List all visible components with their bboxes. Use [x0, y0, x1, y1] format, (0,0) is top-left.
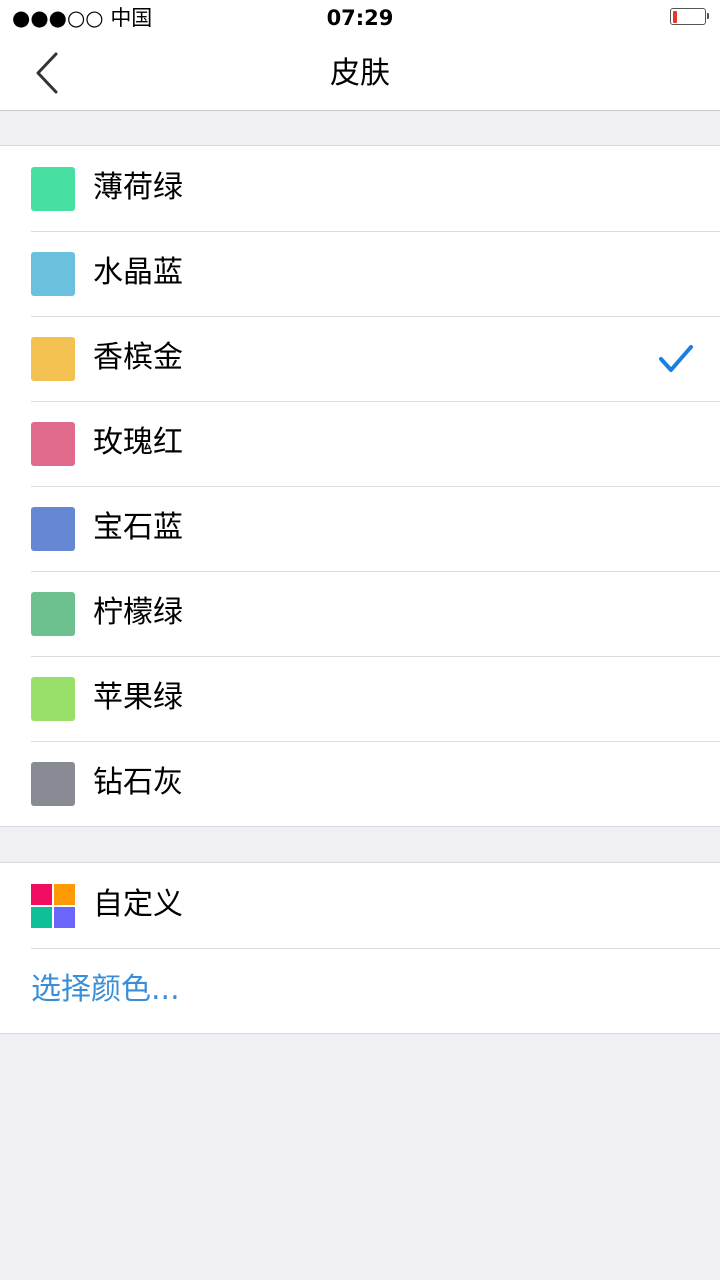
choose-color-link[interactable]: 选择颜色... [0, 948, 720, 1033]
skin-label: 宝石蓝 [93, 510, 183, 545]
skin-item-champagne-gold[interactable]: 香槟金 [0, 316, 720, 401]
skin-item-diamond-gray[interactable]: 钻石灰 [0, 741, 720, 826]
color-swatch [31, 762, 75, 806]
custom-label: 自定义 [93, 887, 183, 922]
skin-item-apple-green[interactable]: 苹果绿 [0, 656, 720, 741]
skin-label: 柠檬绿 [93, 595, 183, 630]
clock: 07:29 [326, 6, 394, 30]
page-title: 皮肤 [330, 56, 390, 91]
skin-item-lemon-green[interactable]: 柠檬绿 [0, 571, 720, 656]
skin-label: 水晶蓝 [93, 255, 183, 290]
skin-item-crystal-blue[interactable]: 水晶蓝 [0, 231, 720, 316]
skin-item-mint-green[interactable]: 薄荷绿 [0, 146, 720, 231]
navigation-bar: 皮肤 [0, 36, 720, 111]
custom-skin-item[interactable]: 自定义 [0, 863, 720, 948]
color-swatch [31, 252, 75, 296]
skin-label: 香槟金 [93, 340, 183, 375]
skin-label: 玫瑰红 [93, 425, 183, 460]
skin-item-rose-red[interactable]: 玫瑰红 [0, 401, 720, 486]
battery-icon [670, 8, 709, 25]
skin-label: 钻石灰 [93, 765, 183, 800]
color-swatch [31, 337, 75, 381]
skin-label: 苹果绿 [93, 680, 183, 715]
color-swatch [31, 422, 75, 466]
color-swatch [31, 167, 75, 211]
skin-item-sapphire-blue[interactable]: 宝石蓝 [0, 486, 720, 571]
custom-section: 自定义 选择颜色... [0, 862, 720, 1034]
color-swatch [31, 592, 75, 636]
choose-color-label: 选择颜色... [31, 972, 180, 1007]
color-swatch [31, 507, 75, 551]
checkmark-icon [659, 345, 693, 372]
status-bar: ●●●○○ 中国 07:29 [0, 0, 720, 36]
skin-list: 薄荷绿 水晶蓝 香槟金 玫瑰红 宝石蓝 柠檬绿 苹果绿 钻石灰 [0, 145, 720, 827]
skin-label: 薄荷绿 [93, 170, 183, 205]
custom-color-grid-icon [31, 884, 75, 928]
color-swatch [31, 677, 75, 721]
